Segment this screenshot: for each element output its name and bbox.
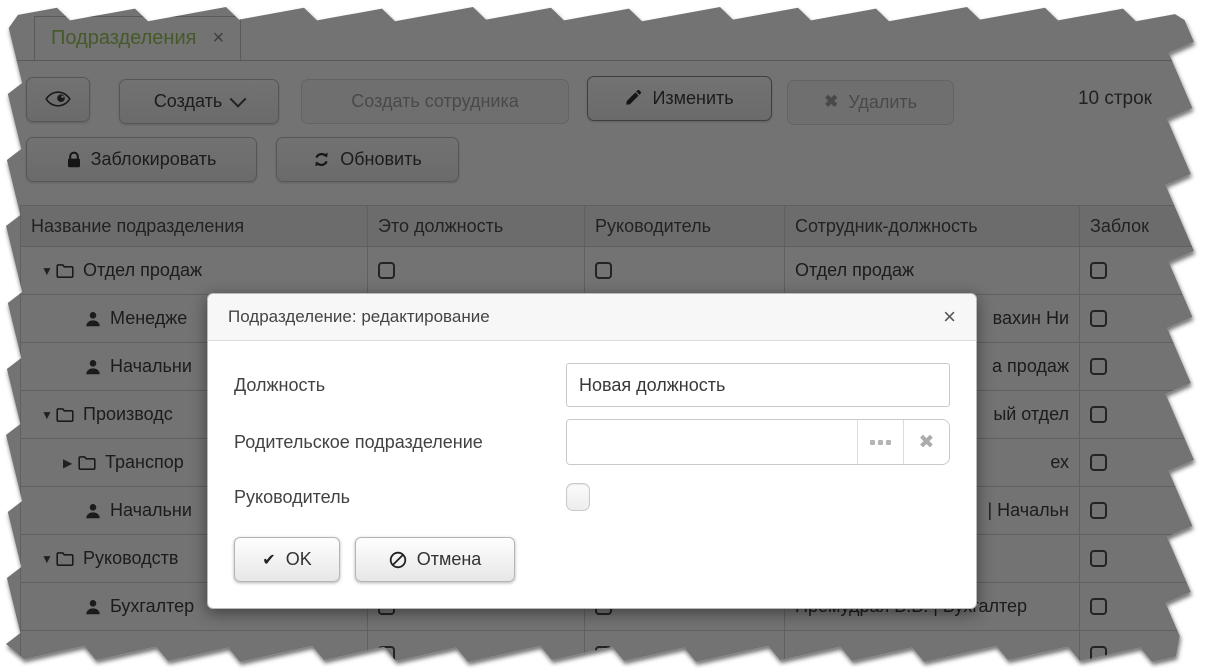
screenshot-torn-frame: Подразделения × Создать Создать сотрудни… — [0, 0, 1210, 670]
clear-x-icon: ✖ — [919, 431, 935, 454]
dialog-body: Должность Родительское подразделение ✖ Р… — [208, 341, 976, 608]
parent-input[interactable] — [567, 420, 857, 464]
position-field-label: Должность — [234, 375, 566, 396]
dialog-header: Подразделение: редактирование × — [208, 294, 976, 341]
position-input[interactable] — [566, 363, 950, 407]
close-icon[interactable]: × — [943, 306, 956, 328]
cancel-button[interactable]: Отмена — [355, 537, 515, 582]
dialog-buttons: ✔ OK Отмена — [234, 537, 950, 582]
edit-department-dialog: Подразделение: редактирование × Должност… — [207, 293, 977, 609]
check-icon: ✔ — [262, 550, 275, 569]
ok-button-label: OK — [286, 549, 312, 570]
parent-field-label: Родительское подразделение — [234, 432, 566, 453]
dialog-title: Подразделение: редактирование — [228, 307, 943, 327]
parent-input-group: ✖ — [566, 419, 950, 465]
cancel-button-label: Отмена — [417, 549, 482, 570]
ellipsis-icon — [870, 440, 891, 445]
head-checkbox[interactable] — [566, 483, 590, 511]
ok-button[interactable]: ✔ OK — [234, 537, 340, 582]
ban-icon — [389, 551, 407, 569]
parent-clear-button[interactable]: ✖ — [903, 420, 949, 464]
parent-picker-button[interactable] — [857, 420, 903, 464]
head-field-label: Руководитель — [234, 487, 566, 508]
